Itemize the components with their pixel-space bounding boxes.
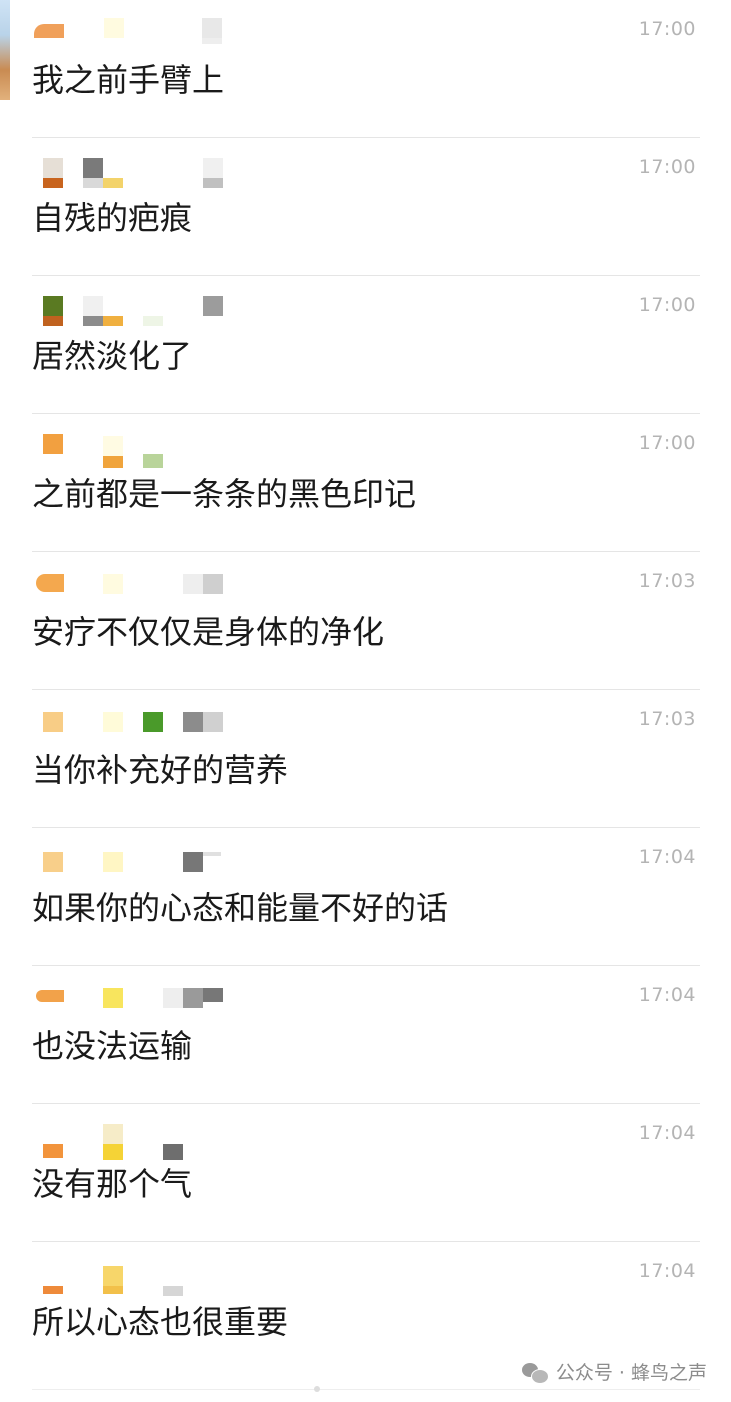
message-text: 也没法运输: [32, 1027, 193, 1065]
list-item[interactable]: 17:00 我之前手臂上: [0, 0, 731, 138]
list-item[interactable]: 17:00 居然淡化了: [0, 276, 731, 414]
message-time: 17:04: [638, 984, 696, 1006]
message-text: 我之前手臂上: [32, 61, 225, 99]
message-text: 所以心态也很重要: [32, 1303, 289, 1341]
sender-name-redacted: [32, 708, 242, 744]
sender-name-redacted: [32, 846, 242, 882]
message-time: 17:00: [638, 432, 696, 454]
message-time: 17:00: [638, 18, 696, 40]
message-time: 17:04: [638, 846, 696, 868]
sender-name-redacted: [32, 294, 242, 330]
message-time: 17:03: [638, 570, 696, 592]
list-item[interactable]: 17:04 也没法运输: [0, 966, 731, 1104]
message-text: 如果你的心态和能量不好的话: [32, 889, 449, 927]
sender-name-redacted: [32, 1260, 242, 1296]
list-item[interactable]: 17:04 没有那个气: [0, 1104, 731, 1242]
message-text: 没有那个气: [32, 1165, 193, 1203]
sender-name-redacted: [32, 432, 242, 468]
message-time: 17:00: [638, 294, 696, 316]
message-time: 17:03: [638, 708, 696, 730]
list-item[interactable]: 17:03 当你补充好的营养: [0, 690, 731, 828]
message-text: 自残的疤痕: [32, 199, 193, 237]
list-item[interactable]: 17:04 如果你的心态和能量不好的话: [0, 828, 731, 966]
sender-name-redacted: [32, 570, 242, 606]
message-time: 17:00: [638, 156, 696, 178]
wechat-icon: [521, 1361, 549, 1384]
list-item[interactable]: 17:00 之前都是一条条的黑色印记: [0, 414, 731, 552]
message-time: 17:04: [638, 1260, 696, 1282]
list-item[interactable]: 17:00 自残的疤痕: [0, 138, 731, 276]
bottom-divider: [32, 1389, 700, 1390]
message-text: 居然淡化了: [32, 337, 193, 375]
message-text: 安疗不仅仅是身体的净化: [32, 613, 385, 651]
sender-name-redacted: [32, 18, 242, 54]
watermark: 公众号 · 蜂鸟之声: [521, 1358, 707, 1385]
sender-name-redacted: [32, 984, 242, 1020]
message-text: 当你补充好的营养: [32, 751, 289, 789]
message-time: 17:04: [638, 1122, 696, 1144]
scroll-dot: [314, 1386, 320, 1392]
watermark-text: 公众号 · 蜂鸟之声: [555, 1362, 707, 1384]
sender-name-redacted: [32, 1122, 242, 1160]
message-list: 17:00 我之前手臂上 17:00 自残的疤痕 17:00 居然淡化了 17:…: [0, 0, 731, 1380]
sender-name-redacted: [32, 156, 242, 192]
message-text: 之前都是一条条的黑色印记: [32, 475, 417, 513]
list-item[interactable]: 17:03 安疗不仅仅是身体的净化: [0, 552, 731, 690]
